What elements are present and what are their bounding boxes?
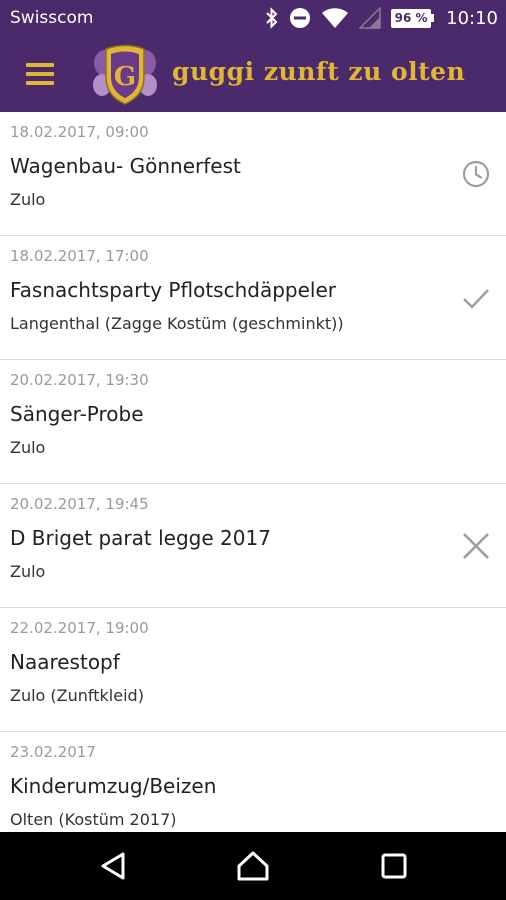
checkmark-icon[interactable] <box>460 282 492 314</box>
event-title: Sänger-Probe <box>10 402 144 426</box>
event-location: Zulo <box>10 562 46 581</box>
event-date: 22.02.2017, 19:00 <box>10 619 149 637</box>
event-item[interactable]: 18.02.2017, 17:00 Fasnachtsparty Pflotsc… <box>0 236 506 360</box>
event-title: Naarestopf <box>10 650 120 674</box>
event-date: 20.02.2017, 19:45 <box>10 495 149 513</box>
home-icon[interactable] <box>233 846 273 886</box>
hamburger-menu-icon <box>26 72 54 76</box>
event-item[interactable]: 18.02.2017, 09:00 Wagenbau- Gönnerfest Z… <box>0 112 506 236</box>
event-list: 18.02.2017, 09:00 Wagenbau- Gönnerfest Z… <box>0 112 506 832</box>
event-title: Kinderumzug/Beizen <box>10 774 217 798</box>
event-item[interactable]: 20.02.2017, 19:30 Sänger-Probe Zulo <box>0 360 506 484</box>
guild-crest-logo: G <box>93 44 157 105</box>
battery-indicator: 96 % <box>391 8 435 28</box>
close-icon[interactable] <box>460 530 492 562</box>
event-location: Olten (Kostüm 2017) <box>10 810 177 829</box>
recent-apps-icon[interactable] <box>374 846 414 886</box>
back-icon[interactable] <box>93 846 133 886</box>
event-date: 20.02.2017, 19:30 <box>10 371 149 389</box>
event-item[interactable]: 23.02.2017 Kinderumzug/Beizen Olten (Kos… <box>0 732 506 832</box>
hamburger-menu-icon <box>26 81 54 85</box>
bluetooth-icon <box>266 7 278 29</box>
app-bar: G guggi zunft zu olten <box>0 36 506 112</box>
signal-icon <box>359 7 381 29</box>
event-location: Langenthal (Zagge Kostüm (geschminkt)) <box>10 314 344 333</box>
clock: 10:10 <box>446 7 498 29</box>
event-date: 23.02.2017 <box>10 743 96 761</box>
event-date: 18.02.2017, 09:00 <box>10 123 149 141</box>
event-title: Fasnachtsparty Pflotschdäppeler <box>10 278 336 302</box>
event-location: Zulo <box>10 438 46 457</box>
carrier-name: Swisscom <box>10 8 94 28</box>
event-location: Zulo <box>10 190 46 209</box>
event-location: Zulo (Zunftkleid) <box>10 686 144 705</box>
event-title: D Briget parat legge 2017 <box>10 526 271 550</box>
clock-icon[interactable] <box>460 158 492 190</box>
status-icons: 96 % 10:10 <box>265 4 498 32</box>
event-title: Wagenbau- Gönnerfest <box>10 154 241 178</box>
status-bar: Swisscom 96 % 10:10 <box>0 0 506 36</box>
crest-letter: G <box>114 62 136 92</box>
hamburger-menu-icon <box>26 63 54 67</box>
do-not-disturb-icon <box>290 8 311 28</box>
event-item[interactable]: 22.02.2017, 19:00 Naarestopf Zulo (Zunft… <box>0 608 506 732</box>
event-date: 18.02.2017, 17:00 <box>10 247 149 265</box>
system-navigation-bar <box>0 832 506 900</box>
battery-tip <box>431 14 435 22</box>
wifi-icon <box>322 8 349 28</box>
battery-level: 96 % <box>391 8 432 28</box>
app-title: guggi zunft zu olten <box>172 57 466 86</box>
menu-button[interactable] <box>18 57 62 91</box>
event-item[interactable]: 20.02.2017, 19:45 D Briget parat legge 2… <box>0 484 506 608</box>
